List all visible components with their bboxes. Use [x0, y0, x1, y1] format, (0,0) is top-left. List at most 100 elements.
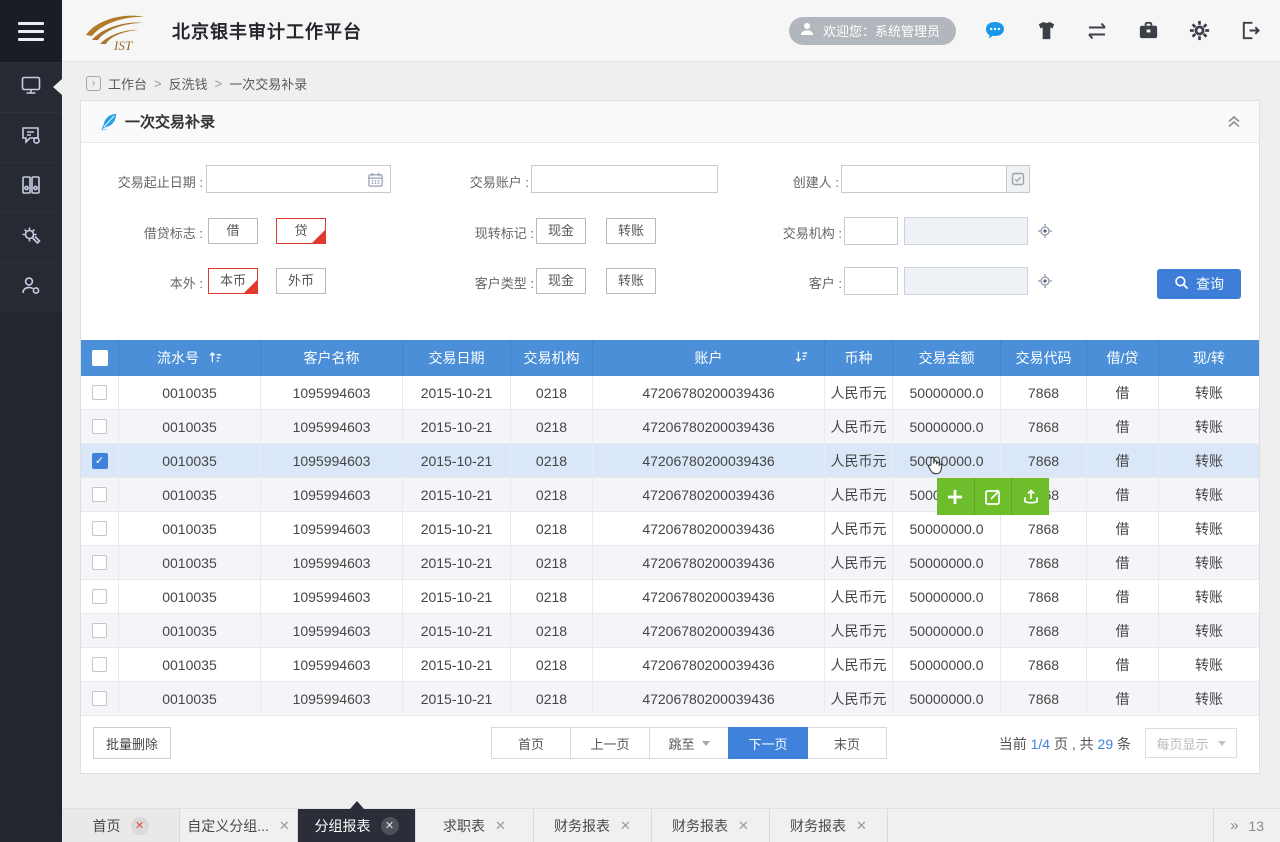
table-row[interactable]: 001003510959946032015-10-210218472067802…	[81, 614, 1259, 648]
col-code[interactable]: 交易代码	[1001, 340, 1087, 376]
breadcrumb-item-workbench[interactable]: 工作台	[108, 74, 147, 93]
close-tab-icon[interactable]: ✕	[738, 818, 749, 834]
taskbar-tab[interactable]: 财务报表✕	[534, 809, 652, 842]
transfer-icon[interactable]	[1085, 19, 1109, 43]
account-input[interactable]	[531, 165, 718, 193]
creator-select-button[interactable]	[1006, 165, 1030, 193]
toggle-foreign-currency[interactable]: 外币	[276, 268, 326, 294]
taskbar-tab[interactable]: 分组报表✕	[298, 809, 416, 842]
table-row[interactable]: 001003510959946032015-10-210218472067802…	[81, 376, 1259, 410]
row-checkbox[interactable]	[92, 657, 107, 672]
toggle-transfer[interactable]: 转账	[606, 218, 656, 244]
edit-icon[interactable]	[974, 478, 1012, 515]
collapse-panel-icon[interactable]	[1225, 112, 1243, 135]
jump-to-page-dropdown[interactable]: 跳至	[649, 727, 729, 759]
theme-icon[interactable]	[1034, 19, 1058, 43]
row-checkbox[interactable]	[92, 385, 107, 400]
table-row[interactable]: 001003510959946032015-10-210218472067802…	[81, 410, 1259, 444]
row-checkbox[interactable]	[92, 419, 107, 434]
logout-icon[interactable]	[1238, 19, 1262, 43]
col-cash[interactable]: 现/转	[1159, 340, 1259, 376]
sidebar-item-system-tools[interactable]	[0, 212, 62, 262]
export-icon[interactable]	[1011, 478, 1049, 515]
col-date[interactable]: 交易日期	[403, 340, 511, 376]
next-page-button[interactable]: 下一页	[728, 727, 808, 759]
table-row[interactable]: ✓001003510959946032015-10-21021847206780…	[81, 444, 1259, 478]
taskbar-tab[interactable]: 财务报表✕	[770, 809, 888, 842]
customer-name-input[interactable]	[904, 267, 1028, 295]
close-tab-icon[interactable]: ✕	[856, 818, 867, 834]
menu-toggle-button[interactable]	[0, 0, 62, 62]
table-cell: 2015-10-21	[403, 512, 511, 545]
row-checkbox[interactable]	[92, 623, 107, 638]
col-loan[interactable]: 借/贷	[1087, 340, 1159, 376]
close-tab-icon[interactable]: ✕	[495, 818, 506, 834]
table-cell: 50000000.0	[893, 376, 1001, 409]
col-currency[interactable]: 币种	[825, 340, 893, 376]
table-row[interactable]: 001003510959946032015-10-210218472067802…	[81, 512, 1259, 546]
customer-code-input[interactable]	[844, 267, 898, 295]
row-checkbox[interactable]	[92, 521, 107, 536]
col-serial[interactable]: 流水号	[119, 340, 261, 376]
user-welcome-badge[interactable]: 欢迎您：系统管理员	[789, 17, 956, 45]
close-tab-icon[interactable]: ✕	[620, 818, 631, 834]
table-row[interactable]: 001003510959946032015-10-210218472067802…	[81, 546, 1259, 580]
col-org[interactable]: 交易机构	[511, 340, 593, 376]
org-name-input[interactable]	[904, 217, 1028, 245]
taskbar-tab[interactable]: 自定义分组...✕	[180, 809, 298, 842]
table-cell: 1095994603	[261, 682, 403, 715]
last-page-button[interactable]: 末页	[807, 727, 887, 759]
col-customer-name[interactable]: 客户名称	[261, 340, 403, 376]
toggle-cash[interactable]: 现金	[536, 218, 586, 244]
close-tab-icon[interactable]: ✕	[381, 817, 399, 835]
taskbar-tab[interactable]: 首页✕	[62, 809, 180, 842]
toggle-debit[interactable]: 借	[208, 218, 258, 244]
toggle-customer-cash[interactable]: 现金	[536, 268, 586, 294]
close-tab-icon[interactable]: ✕	[279, 818, 290, 834]
search-icon	[1174, 275, 1189, 293]
toggle-credit[interactable]: 贷✓	[276, 218, 326, 244]
date-range-input[interactable]	[206, 165, 391, 193]
tabs-overflow-icon[interactable]: »	[1230, 817, 1236, 834]
toolbox-icon[interactable]	[1136, 19, 1160, 43]
batch-delete-button[interactable]: 批量删除	[93, 727, 171, 759]
breadcrumb-item-aml[interactable]: 反洗钱	[169, 74, 208, 93]
sort-desc-icon[interactable]	[794, 350, 808, 367]
select-all-checkbox[interactable]	[92, 350, 108, 366]
sidebar-item-messages[interactable]	[0, 112, 62, 162]
sidebar-item-user-management[interactable]	[0, 262, 62, 312]
first-page-button[interactable]: 首页	[491, 727, 571, 759]
settings-icon[interactable]	[1187, 19, 1211, 43]
close-tab-icon[interactable]: ✕	[131, 817, 149, 835]
search-button[interactable]: 查询	[1157, 269, 1241, 299]
per-page-dropdown[interactable]: 每页显示	[1145, 728, 1237, 758]
table-row[interactable]: 001003510959946032015-10-210218472067802…	[81, 580, 1259, 614]
table-cell: 50000000.0	[893, 614, 1001, 647]
row-checkbox[interactable]	[92, 691, 107, 706]
table-row[interactable]: 001003510959946032015-10-210218472067802…	[81, 648, 1259, 682]
sort-asc-icon[interactable]	[208, 350, 222, 367]
col-amount[interactable]: 交易金额	[893, 340, 1001, 376]
currency-flag-label: 本外 :	[81, 273, 203, 292]
table-cell: 47206780200039436	[593, 614, 825, 647]
row-checkbox[interactable]	[92, 589, 107, 604]
table-row[interactable]: 001003510959946032015-10-210218472067802…	[81, 682, 1259, 716]
toggle-customer-transfer[interactable]: 转账	[606, 268, 656, 294]
table-row[interactable]: 001003510959946032015-10-210218472067802…	[81, 478, 1259, 512]
messages-icon[interactable]	[983, 19, 1007, 43]
toggle-local-currency[interactable]: 本币✓	[208, 268, 258, 294]
col-account[interactable]: 账户	[593, 340, 825, 376]
taskbar-tab[interactable]: 求职表✕	[416, 809, 534, 842]
customer-locate-icon[interactable]	[1037, 273, 1053, 294]
row-checkbox[interactable]	[92, 487, 107, 502]
row-checkbox[interactable]	[92, 555, 107, 570]
creator-input[interactable]	[841, 165, 1007, 193]
calendar-icon[interactable]	[367, 171, 384, 193]
row-checkbox[interactable]: ✓	[92, 453, 108, 469]
org-code-input[interactable]	[844, 217, 898, 245]
org-locate-icon[interactable]	[1037, 223, 1053, 244]
prev-page-button[interactable]: 上一页	[570, 727, 650, 759]
sidebar-item-archive[interactable]	[0, 162, 62, 212]
taskbar-tab[interactable]: 财务报表✕	[652, 809, 770, 842]
add-icon[interactable]	[937, 478, 974, 515]
